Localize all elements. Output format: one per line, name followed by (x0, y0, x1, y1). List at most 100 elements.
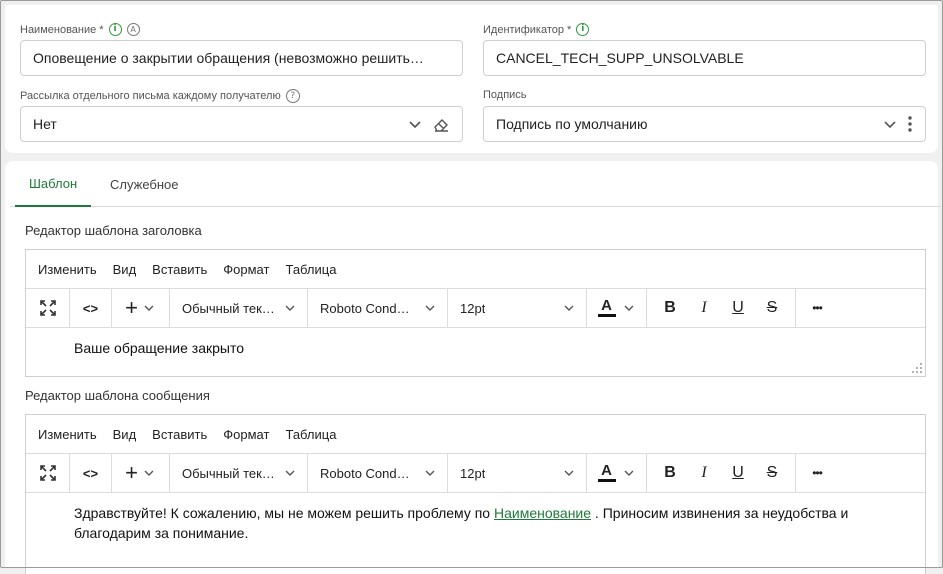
text-color-swatch (597, 314, 616, 317)
plus-icon: + (125, 460, 138, 485)
text-color-icon: A (597, 462, 616, 482)
subject-text: Ваше обращение закрыто (74, 340, 245, 356)
bold-icon[interactable]: B (661, 299, 679, 317)
info-icon[interactable]: i (108, 23, 122, 36)
tab-template[interactable]: Шаблон (15, 161, 92, 207)
text-color-button[interactable]: A (587, 454, 647, 492)
identifier-input-value: CANCEL_TECH_SUPP_UNSOLVABLE (496, 50, 744, 66)
tab-template-label: Шаблон (29, 175, 78, 191)
menu-table[interactable]: Таблица (285, 262, 336, 277)
chevron-down-icon (285, 470, 295, 476)
fullscreen-button[interactable] (26, 454, 70, 492)
template-properties-card: Наименование * i A Оповещение о закрытии… (5, 5, 938, 153)
chevron-down-icon (144, 305, 154, 311)
fullscreen-icon (39, 300, 56, 316)
auto-translate-icon[interactable]: A (126, 23, 140, 36)
name-input[interactable]: Оповещение о закрытии обращения (невозмо… (20, 40, 463, 76)
block-format-select[interactable]: Обычный тек… (170, 454, 308, 492)
underline-icon[interactable]: U (729, 299, 747, 317)
editor-toolbar: <> + Обычный тек… Roboto Cond… 12pt A B … (26, 289, 925, 328)
code-icon: <> (82, 465, 99, 481)
text-color-glyph: A (601, 462, 612, 479)
mailing-select[interactable]: Нет (20, 106, 463, 142)
font-family-select[interactable]: Roboto Cond… (308, 289, 448, 327)
message-text-start: Здравствуйте! К сожалению, мы не можем р… (74, 505, 494, 521)
more-vertical-icon[interactable] (907, 115, 913, 133)
signature-select-value: Подпись по умолчанию (496, 116, 648, 132)
insert-dropdown[interactable]: + (112, 289, 170, 327)
name-variable-link[interactable]: Наименование (494, 505, 591, 521)
editor-toolbar: <> + Обычный тек… Roboto Cond… 12pt A B … (26, 454, 925, 493)
menu-edit[interactable]: Изменить (38, 262, 97, 277)
signature-field-label: Подпись (483, 89, 527, 101)
plus-icon: + (125, 295, 138, 320)
menu-insert[interactable]: Вставить (152, 262, 207, 277)
mailing-select-value: Нет (33, 116, 57, 132)
eraser-icon[interactable] (432, 115, 450, 133)
font-size-value: 12pt (460, 465, 486, 481)
menu-view[interactable]: Вид (113, 427, 137, 442)
underline-icon[interactable]: U (729, 464, 747, 482)
info-icon[interactable]: i (576, 23, 590, 36)
source-code-button[interactable]: <> (70, 454, 112, 492)
message-editor-label: Редактор шаблона сообщения (25, 388, 210, 403)
tab-bar: Шаблон Служебное (10, 161, 941, 207)
font-size-select[interactable]: 12pt (448, 454, 587, 492)
italic-icon[interactable]: I (695, 299, 713, 317)
subject-editor: Изменить Вид Вставить Формат Таблица <> … (25, 249, 926, 377)
chevron-down-icon (425, 470, 435, 476)
signature-label-text: Подпись (483, 89, 527, 101)
chevron-down-icon (624, 470, 633, 476)
more-horizontal-icon: ••• (812, 466, 823, 480)
chevron-down-icon (285, 305, 295, 311)
menu-format[interactable]: Формат (223, 427, 269, 442)
strikethrough-icon[interactable]: S (763, 464, 781, 482)
tab-service-label: Служебное (110, 176, 179, 192)
identifier-input[interactable]: CANCEL_TECH_SUPP_UNSOLVABLE (483, 40, 926, 76)
editor-menubar: Изменить Вид Вставить Формат Таблица (26, 415, 925, 454)
name-input-value: Оповещение о закрытии обращения (невозмо… (33, 50, 424, 66)
block-format-select[interactable]: Обычный тек… (170, 289, 308, 327)
name-label-text: Наименование * (20, 23, 104, 36)
subject-editor-content[interactable]: Ваше обращение закрыто (26, 328, 925, 376)
text-color-glyph: A (601, 297, 612, 314)
bold-icon[interactable]: B (661, 464, 679, 482)
insert-dropdown[interactable]: + (112, 454, 170, 492)
text-format-group: B I U S (647, 289, 796, 327)
message-editor-content[interactable]: Здравствуйте! К сожалению, мы не можем р… (26, 493, 925, 553)
italic-icon[interactable]: I (695, 464, 713, 482)
font-family-value: Roboto Cond… (320, 300, 410, 316)
fullscreen-icon (39, 465, 56, 481)
font-family-value: Roboto Cond… (320, 465, 410, 481)
tab-service[interactable]: Служебное (96, 161, 193, 207)
code-icon: <> (82, 300, 99, 316)
resize-handle-icon[interactable] (911, 362, 923, 374)
source-code-button[interactable]: <> (70, 289, 112, 327)
chevron-down-icon (564, 470, 574, 476)
text-color-swatch (597, 479, 616, 482)
menu-view[interactable]: Вид (113, 262, 137, 277)
message-editor: Изменить Вид Вставить Формат Таблица <> … (25, 414, 926, 574)
chevron-down-icon (425, 305, 435, 311)
more-button[interactable]: ••• (796, 289, 838, 327)
menu-format[interactable]: Формат (223, 262, 269, 277)
identifier-label-text: Идентификатор * (483, 23, 572, 36)
chevron-down-icon[interactable] (408, 117, 422, 131)
more-button[interactable]: ••• (796, 454, 838, 492)
signature-select[interactable]: Подпись по умолчанию (483, 106, 926, 142)
font-family-select[interactable]: Roboto Cond… (308, 454, 448, 492)
chevron-down-icon[interactable] (883, 117, 897, 131)
font-size-select[interactable]: 12pt (448, 289, 587, 327)
strikethrough-icon[interactable]: S (763, 299, 781, 317)
chevron-down-icon (144, 470, 154, 476)
menu-table[interactable]: Таблица (285, 427, 336, 442)
menu-insert[interactable]: Вставить (152, 427, 207, 442)
chevron-down-icon (624, 305, 633, 311)
text-format-group: B I U S (647, 454, 796, 492)
text-color-icon: A (597, 297, 616, 317)
chevron-down-icon (564, 305, 574, 311)
menu-edit[interactable]: Изменить (38, 427, 97, 442)
help-icon[interactable]: ? (285, 89, 300, 103)
text-color-button[interactable]: A (587, 289, 647, 327)
fullscreen-button[interactable] (26, 289, 70, 327)
